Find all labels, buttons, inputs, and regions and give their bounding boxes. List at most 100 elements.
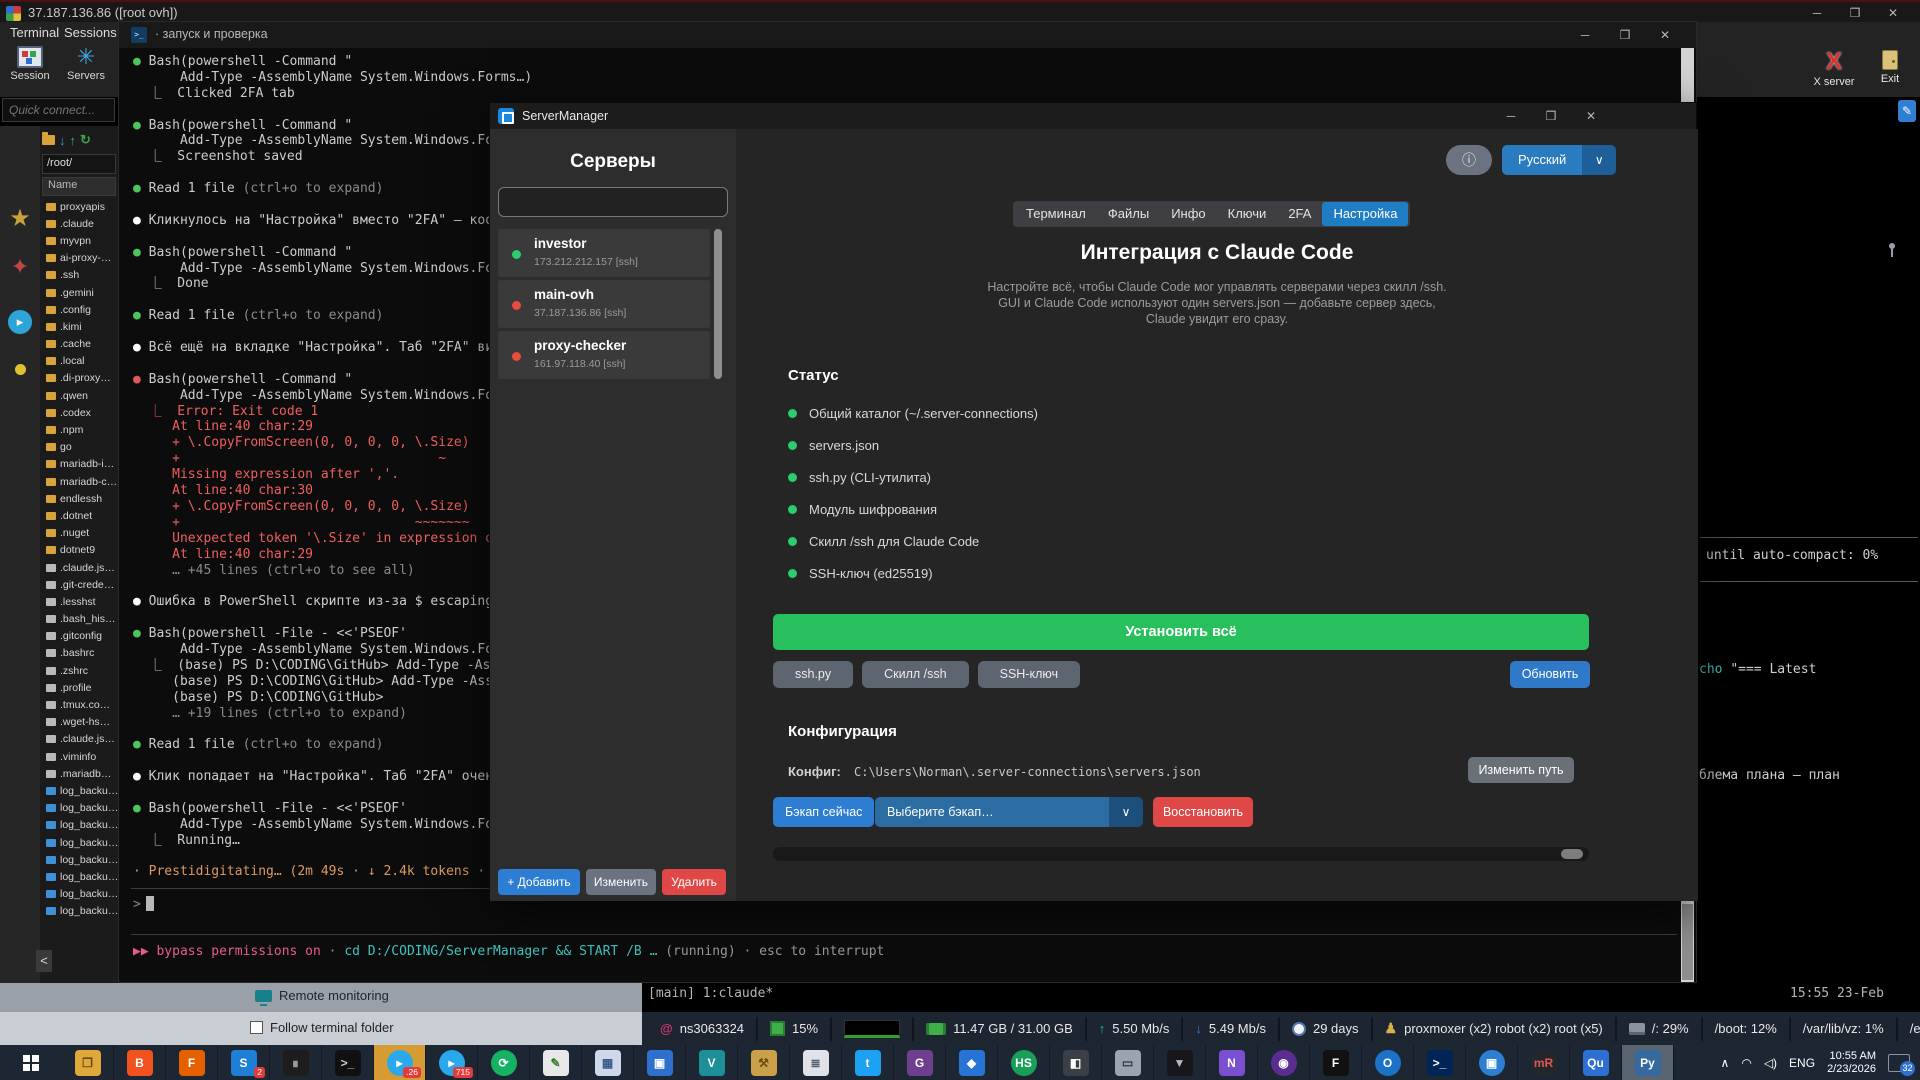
file-item[interactable]: mariadb-c… — [40, 473, 118, 490]
info-button[interactable]: ⓘ — [1446, 145, 1492, 175]
file-item[interactable]: log_backu… — [40, 782, 118, 799]
taskbar-photos[interactable]: ◆ — [946, 1045, 998, 1080]
file-item[interactable]: .mariadb… — [40, 765, 118, 782]
taskbar-figma[interactable]: F — [1310, 1045, 1362, 1080]
taskbar-messenger[interactable]: S2 — [218, 1045, 270, 1080]
file-item[interactable]: log_backu… — [40, 886, 118, 903]
file-item[interactable]: log_backu… — [40, 903, 118, 920]
quick-connect-input[interactable] — [2, 98, 115, 122]
pin-icon[interactable] — [1886, 243, 1898, 257]
maximize-button[interactable]: ❒ — [1836, 4, 1874, 22]
file-item[interactable]: .qwen — [40, 387, 118, 404]
install-part-button[interactable]: Скилл /ssh — [862, 661, 968, 688]
file-item[interactable]: .nuget — [40, 525, 118, 542]
folder-up-icon[interactable] — [42, 135, 55, 145]
language-dropdown[interactable]: Русский ∨ — [1502, 145, 1616, 175]
file-item[interactable]: .gitconfig — [40, 628, 118, 645]
file-item[interactable]: log_backu… — [40, 834, 118, 851]
tray-chevron-icon[interactable]: ∧ — [1721, 1056, 1730, 1070]
file-item[interactable]: .local — [40, 353, 118, 370]
file-item[interactable]: dotnet9 — [40, 542, 118, 559]
current-path-field[interactable]: /root/ — [42, 154, 116, 174]
file-item[interactable]: ai-proxy-… — [40, 250, 118, 267]
terminal-input-line[interactable]: > — [133, 896, 154, 912]
taskbar-notion[interactable]: N — [1206, 1045, 1258, 1080]
download-icon[interactable]: ↓ — [59, 133, 66, 148]
file-item[interactable]: log_backu… — [40, 851, 118, 868]
file-item[interactable]: mariadb-i… — [40, 456, 118, 473]
scrollbar-thumb[interactable] — [1682, 904, 1693, 980]
taskbar-opera[interactable]: O — [1362, 1045, 1414, 1080]
add-server-button[interactable]: + Добавить — [498, 869, 580, 895]
refresh-button[interactable]: Обновить — [1510, 661, 1590, 688]
scrollbar-thumb[interactable] — [1561, 849, 1583, 859]
close-button[interactable]: ✕ — [1874, 4, 1912, 22]
file-item[interactable]: .dotnet — [40, 507, 118, 524]
exit-button[interactable]: Exit — [1862, 50, 1918, 85]
sm-maximize-button[interactable]: ❒ — [1532, 107, 1570, 125]
taskbar-telegram[interactable]: ▸715 — [426, 1045, 478, 1080]
backup-now-button[interactable]: Бэкап сейчас — [773, 797, 874, 827]
taskbar-utility[interactable]: ◧ — [1050, 1045, 1102, 1080]
file-item[interactable]: .zshrc — [40, 662, 118, 679]
terminal-minimize-button[interactable]: ─ — [1566, 26, 1604, 44]
file-item[interactable]: .codex — [40, 404, 118, 421]
taskbar-powershell[interactable]: >_ — [1414, 1045, 1466, 1080]
taskbar-quick-utmo[interactable]: Qu — [1570, 1045, 1622, 1080]
terminal-tab-title[interactable]: · запуск и проверка — [155, 27, 268, 41]
macro-claw-icon[interactable]: ✦ — [0, 254, 40, 280]
menu-terminal[interactable]: Terminal — [10, 25, 59, 40]
telegram-plane-icon[interactable]: ▸ — [0, 310, 40, 334]
notification-icon[interactable]: 32 — [1888, 1054, 1910, 1072]
edit-server-button[interactable]: Изменить — [586, 869, 656, 895]
file-item[interactable]: .config — [40, 301, 118, 318]
file-item[interactable]: .viminfo — [40, 748, 118, 765]
favorites-star-icon[interactable]: ★ — [0, 204, 40, 233]
file-item[interactable]: endlessh — [40, 490, 118, 507]
tab-Инфо[interactable]: Инфо — [1160, 202, 1216, 226]
server-card-investor[interactable]: investor173.212.212.157 [ssh] — [498, 229, 710, 277]
backup-select[interactable]: Выберите бэкап… ∨ — [875, 797, 1143, 827]
file-item[interactable]: .bashrc — [40, 645, 118, 662]
tab-Терминал[interactable]: Терминал — [1015, 202, 1097, 226]
tab-Настройка[interactable]: Настройка — [1322, 202, 1408, 226]
file-item[interactable]: .di-proxy… — [40, 370, 118, 387]
session-button[interactable]: Session — [4, 46, 56, 82]
file-item[interactable]: myvpn — [40, 232, 118, 249]
language-indicator[interactable]: ENG — [1789, 1056, 1815, 1070]
taskbar-sync[interactable]: ⟳ — [478, 1045, 530, 1080]
taskbar-firefox[interactable]: F — [166, 1045, 218, 1080]
yellow-dot-icon[interactable] — [0, 362, 40, 380]
remote-monitoring-label[interactable]: Remote monitoring — [279, 988, 389, 1003]
taskbar-user-tools[interactable]: ⚒ — [738, 1045, 790, 1080]
file-item[interactable]: .claude.js… — [40, 731, 118, 748]
sm-minimize-button[interactable]: ─ — [1492, 107, 1530, 125]
taskbar-remote-desktop[interactable]: ▣ — [1466, 1045, 1518, 1080]
taskbar-github[interactable]: ◉ — [1258, 1045, 1310, 1080]
terminal-close-button[interactable]: ✕ — [1646, 26, 1684, 44]
file-item[interactable]: .gemini — [40, 284, 118, 301]
file-item[interactable]: go — [40, 439, 118, 456]
install-all-button[interactable]: Установить всё — [773, 614, 1589, 650]
install-part-button[interactable]: ssh.py — [773, 661, 853, 688]
minimize-button[interactable]: ─ — [1798, 4, 1836, 22]
upload-icon[interactable]: ↑ — [70, 133, 77, 148]
tab-2FA[interactable]: 2FA — [1277, 202, 1322, 226]
refresh-icon[interactable]: ↻ — [80, 132, 91, 148]
terminal-maximize-button[interactable]: ❒ — [1606, 26, 1644, 44]
taskbar-telegram-active[interactable]: ▸.26 — [374, 1045, 426, 1080]
file-item[interactable]: .claude.js… — [40, 559, 118, 576]
server-card-proxy-checker[interactable]: proxy-checker161.97.118.40 [ssh] — [498, 331, 710, 379]
taskbar-funnel-app[interactable]: ▼ — [1154, 1045, 1206, 1080]
change-path-button[interactable]: Изменить путь — [1468, 757, 1574, 783]
file-item[interactable]: log_backu… — [40, 868, 118, 885]
file-item[interactable]: .tmux.co… — [40, 696, 118, 713]
restore-button[interactable]: Восстановить — [1153, 797, 1253, 827]
collapse-sidebar-arrow[interactable]: < — [36, 950, 52, 972]
install-part-button[interactable]: SSH-ключ — [978, 661, 1080, 688]
taskbar-mremote[interactable]: mR — [1518, 1045, 1570, 1080]
files-column-header[interactable]: Name — [42, 177, 116, 196]
file-item[interactable]: log_backu… — [40, 817, 118, 834]
taskbar-app-window[interactable]: ▣ — [634, 1045, 686, 1080]
servers-button[interactable]: ✳ Servers — [60, 46, 112, 82]
